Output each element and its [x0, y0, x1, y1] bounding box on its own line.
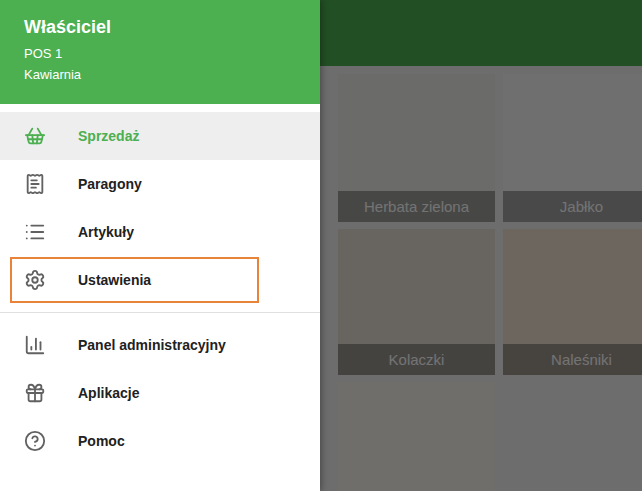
drawer-header: Właściciel POS 1 Kawiarnia: [0, 0, 320, 104]
menu-label: Panel administracyjny: [78, 337, 226, 353]
menu-label: Ustawienia: [78, 272, 151, 288]
menu-label: Aplikacje: [78, 385, 139, 401]
user-name: Właściciel: [24, 17, 296, 38]
venue-name: Kawiarnia: [24, 67, 296, 82]
menu-item[interactable]: Aplikacje: [0, 369, 320, 417]
menu-item-box: Sprzedaż: [10, 113, 259, 159]
menu-icon: [24, 173, 46, 195]
menu-icon: [24, 221, 46, 243]
menu-item-box: Artykuły: [10, 209, 259, 255]
menu-icon: [24, 334, 46, 356]
menu-icon: [24, 269, 46, 291]
menu-item[interactable]: Artykuły: [0, 208, 320, 256]
menu-item[interactable]: Pomoc: [0, 417, 320, 465]
menu-item-box: Pomoc: [10, 418, 259, 464]
menu-icon: [24, 125, 46, 147]
menu-icon: [24, 430, 46, 452]
menu-divider: [0, 312, 320, 313]
menu-icon: [24, 382, 46, 404]
menu-group: Sprzedaż Paragony Artykuły Ustawienia: [0, 104, 320, 312]
menu-label: Artykuły: [78, 224, 134, 240]
menu-label: Sprzedaż: [78, 128, 139, 144]
menu-item-box: Panel administracyjny: [10, 322, 259, 368]
menu-label: Pomoc: [78, 433, 125, 449]
menu-item[interactable]: Panel administracyjny: [0, 321, 320, 369]
menu-item-box: Aplikacje: [10, 370, 259, 416]
menu-item[interactable]: Sprzedaż: [0, 112, 320, 160]
menu-item[interactable]: Ustawienia: [0, 256, 320, 304]
menu-group: Panel administracyjny Aplikacje Pomoc: [0, 313, 320, 473]
menu-item[interactable]: Paragony: [0, 160, 320, 208]
pos-screen: Herbata zielonaJabłkoKolaczkiNaleśnikiWł…: [0, 0, 642, 491]
device-name: POS 1: [24, 46, 296, 61]
menu-item-box: Paragony: [10, 161, 259, 207]
navigation-drawer: Właściciel POS 1 Kawiarnia Sprzedaż Paragony…: [0, 0, 320, 491]
highlight-box: Ustawienia: [10, 257, 259, 303]
menu-label: Paragony: [78, 176, 142, 192]
